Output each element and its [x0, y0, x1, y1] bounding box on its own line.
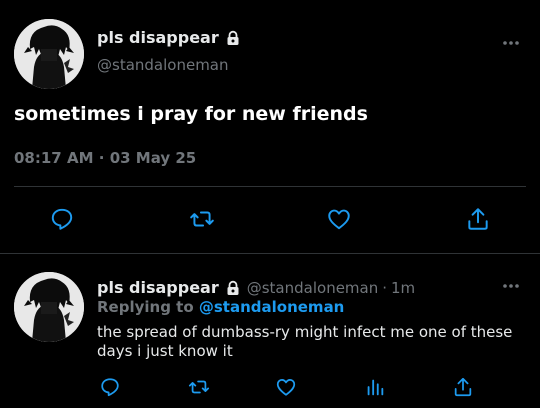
reply-icon[interactable] [99, 376, 121, 398]
meta-separator: · [382, 278, 388, 297]
handle-line: @standaloneman [97, 55, 229, 74]
avatar[interactable] [14, 19, 84, 89]
display-name[interactable]: pls disappear [97, 278, 219, 297]
retweet-icon[interactable] [188, 376, 210, 398]
views-icon[interactable] [364, 376, 386, 398]
meta-separator: · [98, 149, 105, 167]
avatar-image [14, 272, 84, 342]
share-icon[interactable] [452, 376, 474, 398]
main-tweet: pls disappear @standaloneman sometimes i… [0, 0, 540, 254]
retweet-icon[interactable] [189, 206, 215, 232]
author-name-row: pls disappear @standaloneman · 1m [97, 278, 415, 297]
more-icon[interactable] [502, 40, 520, 46]
reply-icon[interactable] [49, 206, 75, 232]
tweet-date: 03 May 25 [109, 149, 197, 167]
lock-icon [225, 30, 241, 46]
divider [14, 186, 526, 187]
tweet-text: sometimes i pray for new friends [14, 103, 368, 125]
like-icon[interactable] [326, 206, 352, 232]
more-icon[interactable] [502, 283, 520, 289]
handle[interactable]: @standaloneman [247, 279, 379, 297]
avatar-image [14, 19, 84, 89]
tweet-time: 08:17 AM [14, 149, 94, 167]
display-name[interactable]: pls disappear [97, 28, 219, 47]
avatar[interactable] [14, 272, 84, 342]
replying-to: Replying to @standaloneman [97, 298, 344, 316]
tweet-text: the spread of dumbass-ry might infect me… [97, 323, 513, 360]
lock-icon [225, 280, 241, 296]
handle[interactable]: @standaloneman [97, 56, 229, 74]
share-icon[interactable] [465, 206, 491, 232]
like-icon[interactable] [275, 376, 297, 398]
author-name-row: pls disappear [97, 28, 241, 47]
replying-handle-link[interactable]: @standaloneman [199, 298, 345, 316]
tweet-time[interactable]: 1m [391, 279, 415, 297]
replying-label: Replying to [97, 298, 194, 316]
tweet-timestamp[interactable]: 08:17 AM · 03 May 25 [14, 149, 196, 167]
reply-tweet[interactable]: pls disappear @standaloneman · 1m Replyi… [0, 254, 540, 408]
